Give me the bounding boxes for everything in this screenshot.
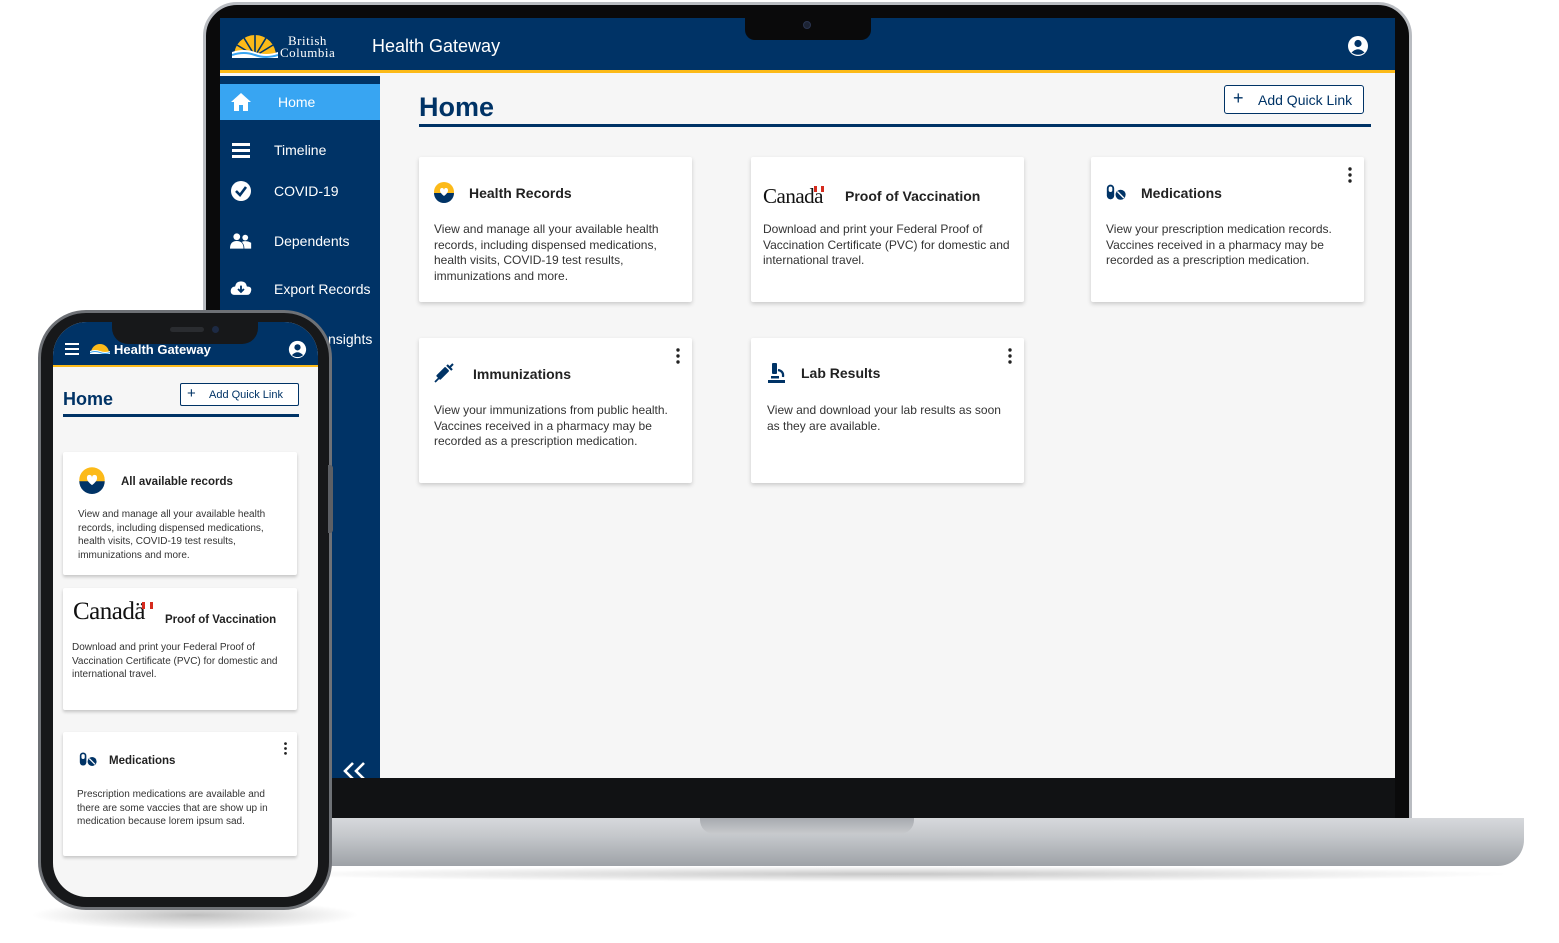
speaker-icon [170,327,204,332]
bc-sun-logo-icon [232,35,278,58]
canada-flag-icon [142,602,153,609]
page-title: Home [63,389,114,409]
phone-notch [112,322,258,344]
immunizations-card[interactable]: Immunizations View your immunizations fr… [419,338,692,483]
hamburger-menu-icon[interactable] [65,343,79,355]
card-description: View and download your lab results as so… [767,403,1001,433]
desktop-app: British Columbia Health Gateway Home Tim… [220,18,1395,778]
card-title: Lab Results [801,365,881,381]
card-description: View your immunizations from public heal… [434,403,668,448]
syringe-icon [434,363,454,383]
sidebar-item-label: COVID-19 [274,183,339,199]
bc-sun-logo-icon [90,344,110,354]
proof-of-vaccination-card[interactable]: Canadä Proof of Vaccination Download and… [63,588,297,710]
collapse-sidebar-icon[interactable] [340,760,368,778]
laptop-shadow [262,866,1517,882]
lab-results-card[interactable]: Lab Results View and download your lab r… [751,338,1024,483]
card-title: Medications [109,755,176,767]
health-records-icon [79,467,105,494]
cloud-download-icon [230,281,252,295]
camera-icon [803,21,811,29]
card-description: View and manage all your available healt… [434,222,659,283]
mobile-app: Health Gateway Home + Add Quick Link All… [53,322,318,897]
sidebar-item-covid-19[interactable]: COVID-19 [220,173,380,209]
card-description: Prescription medications are available a… [77,789,268,827]
sidebar-item-label: Dependents [274,233,350,249]
bc-logo-line2: Columbia [280,45,336,60]
canada-wordmark: Canadä [73,598,145,625]
user-account-icon[interactable] [1347,35,1369,57]
user-account-icon[interactable] [288,340,307,359]
pills-icon [79,752,97,766]
sidebar-item-export-records[interactable]: Export Records [220,271,380,307]
page-title: Home [419,92,495,122]
sidebar-item-label: Home [278,94,316,110]
check-circle-icon [231,181,251,201]
kebab-menu-icon[interactable] [283,742,288,755]
sidebar-item-label: Timeline [274,142,327,158]
canada-flag-icon [814,186,824,192]
bc-logo[interactable]: British Columbia [232,28,352,62]
card-title: Health Records [469,185,572,201]
camera-icon [212,326,219,333]
health-records-icon [434,182,454,203]
timeline-icon [232,143,250,158]
kebab-menu-icon[interactable] [1347,167,1353,183]
sidebar-item-home[interactable]: Home [220,84,380,120]
card-description: Download and print your Federal Proof of… [72,642,278,680]
card-title: All available records [121,476,233,488]
phone-side-button [328,465,333,533]
card-description: Download and print your Federal Proof of… [763,222,1010,267]
sidebar-item-label-partial: nsights [328,331,373,347]
sidebar-item-dependents[interactable]: Dependents [220,223,380,259]
pills-icon [1106,184,1126,200]
plus-icon: + [187,385,196,402]
add-quick-link-button[interactable]: + Add Quick Link [1224,85,1364,114]
sidebar-item-timeline[interactable]: Timeline [220,132,380,168]
add-quick-link-label: Add Quick Link [209,389,283,401]
add-quick-link-label: Add Quick Link [1258,92,1353,108]
plus-icon: + [1233,88,1244,108]
laptop-chin [220,778,1395,818]
card-description: View your prescription medication record… [1106,222,1332,267]
users-icon [230,233,252,249]
medications-card[interactable]: Medications View your prescription medic… [1091,157,1364,302]
app-title: Health Gateway [114,342,211,357]
proof-of-vaccination-card[interactable]: Canadä Proof of Vaccination Download and… [751,157,1024,302]
card-description: View and manage all your available healt… [78,509,266,561]
laptop-notch [745,15,871,40]
card-title: Medications [1141,185,1222,201]
health-records-card[interactable]: Health Records View and manage all your … [419,157,692,302]
title-underline [63,414,299,417]
sidebar-item-label: Export Records [274,281,371,297]
microscope-icon [768,363,785,383]
app-title: Health Gateway [372,36,501,56]
kebab-menu-icon[interactable] [675,348,681,364]
card-title: Proof of Vaccination [845,188,981,204]
card-title: Proof of Vaccination [165,614,277,626]
medications-card[interactable]: Medications Prescription medications are… [63,732,297,856]
kebab-menu-icon[interactable] [1007,348,1013,364]
add-quick-link-button[interactable]: + Add Quick Link [180,383,299,406]
card-title: Immunizations [473,366,572,382]
title-underline [419,124,1371,127]
all-records-card[interactable]: All available records View and manage al… [63,452,297,575]
home-icon [231,93,251,111]
laptop-groove [700,818,914,834]
